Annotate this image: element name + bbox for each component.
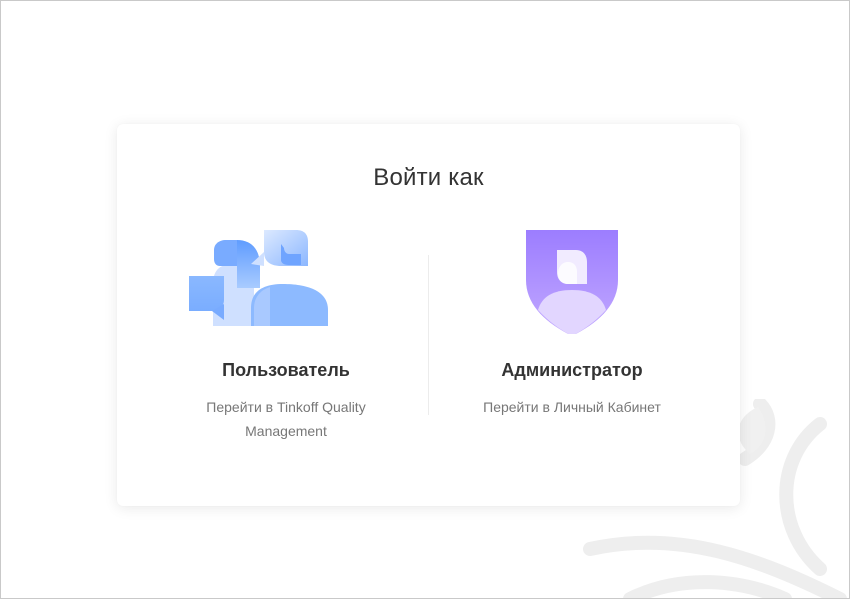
admin-option-description: Перейти в Личный Кабинет: [483, 399, 661, 415]
options-divider: [428, 255, 429, 415]
user-option-description: Перейти в Tinkoff Quality Management: [206, 399, 366, 439]
admin-option-title: Администратор: [501, 360, 643, 380]
admin-shield-icon: [526, 230, 618, 334]
user-option-title: Пользователь: [222, 360, 350, 380]
users-chat-icon: [189, 230, 328, 326]
admin-option[interactable]: Администратор Перейти в Личный Кабинет: [442, 224, 702, 454]
user-option[interactable]: Пользователь Перейти в Tinkoff Quality M…: [156, 224, 416, 454]
login-role-card: Войти как Пользователь Перейти в Tinkoff…: [117, 124, 740, 506]
card-title: Войти как: [373, 164, 484, 191]
